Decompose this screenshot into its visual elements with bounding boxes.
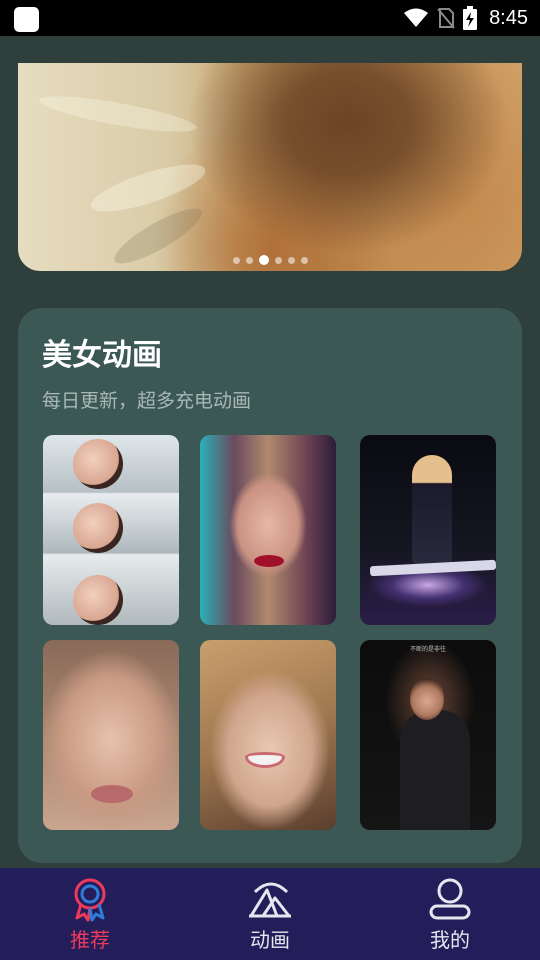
carousel-indicator (18, 255, 522, 265)
tab-animation[interactable]: 动画 (180, 868, 360, 960)
thumbnail-1[interactable] (43, 435, 179, 625)
thumbnail-5[interactable] (200, 640, 336, 830)
carousel-dot-active[interactable] (258, 255, 269, 265)
thumbnail-detail (91, 785, 133, 803)
thumbnail-caption: 不断的是非往 (409, 646, 446, 653)
tab-label: 推荐 (70, 928, 110, 952)
no-sim-icon (437, 8, 455, 29)
thumbnail-detail (412, 455, 452, 565)
animation-section-card: 美女动画 每日更新，超多充电动画 不断的是非往 (18, 308, 522, 863)
thumbnail-2[interactable] (200, 435, 336, 625)
medal-icon (74, 878, 106, 922)
animation-icon (249, 882, 291, 918)
thumbnail-detail (73, 503, 123, 553)
carousel-dot[interactable] (232, 256, 240, 264)
thumbnail-detail (369, 559, 496, 577)
battery-charging-icon (463, 6, 478, 30)
status-bar: 8:45 (0, 0, 540, 36)
thumbnail-4[interactable] (43, 640, 179, 830)
carousel-dot[interactable] (300, 256, 308, 264)
thumbnail-detail (400, 710, 470, 830)
carousel-dot[interactable] (287, 256, 295, 264)
banner-carousel[interactable] (18, 63, 522, 271)
thumbnail-6[interactable]: 不断的是非往 (360, 640, 496, 830)
app-square-icon (14, 7, 39, 32)
thumbnail-detail (254, 555, 284, 567)
thumbnail-3[interactable] (360, 435, 496, 625)
thumbnail-detail (245, 752, 285, 768)
carousel-dot[interactable] (274, 256, 282, 264)
tab-label: 我的 (430, 928, 470, 952)
thumbnail-detail (73, 575, 123, 625)
status-time: 8:45 (489, 6, 528, 29)
bottom-tab-bar: 推荐 动画 我的 (0, 868, 540, 960)
tab-profile[interactable]: 我的 (360, 868, 540, 960)
status-icons: 8:45 (403, 0, 528, 36)
tab-label: 动画 (250, 928, 290, 952)
user-icon (429, 878, 471, 920)
banner-image-detail (37, 89, 199, 139)
thumbnail-detail (73, 439, 123, 489)
tab-recommend[interactable]: 推荐 (0, 868, 180, 960)
thumbnail-detail (410, 678, 444, 720)
wifi-icon (404, 8, 429, 27)
carousel-dot[interactable] (245, 256, 253, 264)
section-subtitle: 每日更新，超多充电动画 (42, 390, 252, 412)
section-title: 美女动画 (42, 338, 162, 373)
